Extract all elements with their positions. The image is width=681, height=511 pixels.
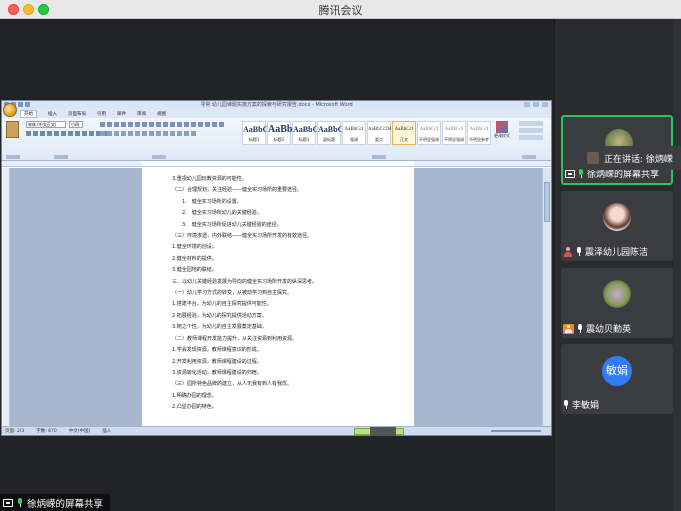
person-icon	[563, 246, 573, 257]
doc-line: 3. 健全实习场所促进幼儿关键经验的途径。	[182, 221, 282, 228]
document-area: 3.重视幼儿园玩教资源的可能性。 （二）合理规划，关注经验——健全实习场所的重要…	[2, 168, 551, 430]
mic-icon	[17, 498, 23, 507]
doc-line: 3.资源转化活动，教师课程建设的归宿。	[172, 369, 262, 376]
doc-line: 2.健全材料的提供。	[172, 255, 217, 262]
mic-icon	[577, 324, 583, 333]
doc-line: 3.重视幼儿园玩教资源的可能性。	[172, 176, 247, 182]
word-window-controls	[524, 102, 548, 107]
doc-line: 1.搭建平台，为幼儿的自主探究提供可能性。	[172, 301, 272, 308]
status-words: 字数: 870	[36, 429, 57, 434]
zoom-slider	[485, 428, 545, 434]
status-overlay	[370, 427, 396, 436]
speaker-avatar	[587, 152, 599, 164]
style-item: AaBbCcI 强调	[342, 121, 366, 145]
alignment-buttons	[100, 131, 196, 136]
doc-line: 1.明确办园的理念。	[172, 392, 217, 399]
style-item: AaBbCcDd 要点	[367, 121, 391, 145]
style-item: AaBb 标题2	[267, 121, 292, 145]
style-item: AaBbC 标题3	[292, 121, 318, 145]
word-tab: 视图	[157, 111, 166, 117]
avatar	[603, 203, 631, 231]
style-item: AaBbCcI 不明显强调	[417, 121, 441, 145]
status-insert: 插入	[102, 429, 112, 434]
speaking-text: 正在讲话: 徐炳嵘	[604, 154, 673, 165]
word-status-bar: 页面: 2/3 字数: 870 中文(中国) 插入	[2, 426, 551, 436]
speaking-indicator: 正在讲话: 徐炳嵘	[581, 146, 681, 170]
doc-line: （三）环境渗透，内外联结——健全实习场所开发的有效途径。	[172, 233, 313, 240]
doc-line: 三、以幼儿关键经验发展为导向的健全实习场所开发的纵深思考。	[172, 278, 318, 285]
doc-line: （一）幼儿学习方式的转变，从被动学习到自主探究。	[172, 290, 293, 297]
mic-icon	[563, 400, 569, 409]
doc-line: （二）合理规划，关注经验——健全实习场所的重要途径。	[172, 187, 303, 194]
word-tab: 页面布局	[68, 111, 86, 117]
window-title: 腾讯会议	[318, 4, 363, 17]
style-item: AaBbC 副标题	[317, 121, 343, 145]
status-page: 页面: 2/3	[5, 429, 25, 434]
doc-line: 3.随之个性，为幼儿的自主发展奠定基础。	[172, 324, 267, 331]
mic-icon	[578, 169, 584, 178]
horizontal-ruler	[2, 161, 551, 167]
user-icon	[563, 323, 574, 334]
word-title-bar: 寻常 幼儿园课题实施方案的探索与研究报告.docx - Microsoft Wo…	[2, 101, 551, 109]
paragraph-buttons	[100, 122, 224, 127]
doc-line: 2.拓展经验，为幼儿的探究提供活动方案。	[172, 312, 267, 319]
word-tab: 开始	[20, 109, 37, 118]
style-item: AaBbCcI 不明显强调	[442, 121, 466, 145]
office-button-icon	[3, 103, 17, 117]
doc-line: 2.凸显办园的特色。	[172, 404, 217, 411]
paste-icon	[6, 121, 19, 138]
quick-styles-gallery: AaBbC 标题1 AaBb 标题2 AaBbC 标题3 AaBbC 副标题 AaBbC…	[242, 121, 491, 145]
word-tab: 审阅	[137, 111, 146, 117]
doc-line: 2.开发利用资源，教师课程建设的过程。	[172, 358, 262, 365]
word-document-title: 寻常 幼儿园课题实施方案的探索与研究报告.docx - Microsoft Wo…	[200, 102, 353, 108]
vertical-ruler	[2, 168, 10, 426]
avatar: 敏娟	[602, 356, 632, 386]
editing-group	[519, 121, 543, 140]
participants-panel: 徐炳嵘的屏幕共享 震泽幼儿园陈洁 震幼贝勤英 敏娟 李敏娟	[554, 19, 681, 511]
participant-tile[interactable]: 震幼贝勤英	[561, 268, 673, 338]
title-bar: 腾讯会议	[0, 0, 681, 19]
doc-line: 2. 健全实习场所幼儿的关键经验。	[182, 210, 262, 217]
participant-tile[interactable]: 震泽幼儿园陈洁	[561, 191, 673, 261]
participant-tile[interactable]: 敏娟 李敏娟	[561, 344, 673, 414]
meeting-window: 腾讯会议 寻常 幼儿园课题实施方案的探索与研究报告.docx - Microso…	[0, 0, 681, 511]
word-ribbon: 宋体 (中文正文) 小四 AaBbC 标题1 AaBb 标题2 AaBbC 标题3 A…	[2, 118, 551, 161]
word-tab: 插入	[48, 111, 57, 117]
change-styles-button: 更改样式	[492, 121, 512, 145]
participant-name: 震泽幼儿园陈洁	[585, 248, 649, 258]
doc-line: （二）教师课程开发能力提升，从关注资源到利用资源。	[172, 335, 298, 342]
screen-share-icon	[565, 169, 575, 178]
font-name-box: 宋体 (中文正文)	[26, 121, 66, 128]
screen-share-icon	[3, 498, 13, 507]
style-item: AaBbC 标题1	[242, 121, 268, 145]
doc-line: 1.健全环境的创设。	[172, 244, 217, 251]
panel-scrollbar[interactable]	[673, 19, 681, 511]
doc-line: （三）园所特色品牌的建立，从人无我有到人有我优。	[172, 381, 293, 388]
share-owner-label: 徐炳嵘的屏幕共享	[27, 498, 104, 510]
style-item-selected: AaBbCcI 正文	[392, 121, 416, 145]
word-vertical-scrollbar	[542, 168, 551, 426]
participant-name: 李敏娟	[572, 401, 600, 411]
status-language: 中文(中国)	[68, 429, 91, 434]
change-styles-icon	[496, 121, 508, 133]
doc-line: 1. 健全实习场所的设置。	[182, 198, 242, 205]
font-format-buttons	[26, 131, 108, 136]
word-tab: 引用	[97, 111, 106, 117]
doc-line: 3.健全园地的联结。	[172, 267, 217, 274]
avatar	[603, 280, 631, 308]
mic-icon	[576, 247, 582, 256]
word-ribbon-tabs: 开始 插入 页面布局 引用 邮件 审阅 视图	[2, 103, 551, 118]
ribbon-group-labels	[2, 153, 551, 159]
style-item: AaBbCcI 不明显参考	[467, 121, 491, 145]
shared-word-window: 寻常 幼儿园课题实施方案的探索与研究报告.docx - Microsoft Wo…	[1, 100, 552, 436]
doc-line: 1.学会发现资源，教师课程意识的形成。	[172, 347, 262, 354]
font-size-box: 小四	[69, 121, 83, 128]
word-tab: 邮件	[117, 111, 126, 117]
document-page: 3.重视幼儿园玩教资源的可能性。 （二）合理规划，关注经验——健全实习场所的重要…	[142, 168, 414, 430]
share-label-bar: 徐炳嵘的屏幕共享	[0, 494, 110, 511]
participant-name: 震幼贝勤英	[586, 325, 632, 335]
